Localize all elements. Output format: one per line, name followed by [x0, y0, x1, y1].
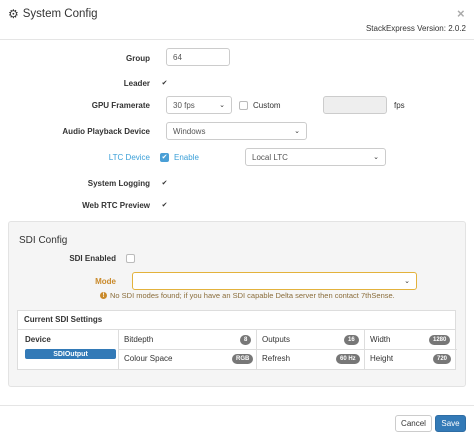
cancel-button[interactable]: Cancel: [395, 415, 432, 432]
modal-title-text: System Config: [22, 8, 98, 20]
mode-select[interactable]: ⌄: [132, 272, 417, 290]
custom-fps-input: [323, 96, 387, 114]
audio-playback-value: Windows: [173, 126, 206, 136]
audio-playback-select[interactable]: Windows ⌄: [166, 122, 307, 140]
system-logging-label: System Logging: [87, 179, 150, 188]
sdi-warning-text: No SDI modes found; if you have an SDI c…: [110, 291, 395, 300]
fps-unit-label: fps: [394, 101, 405, 110]
device-header: Device: [25, 335, 51, 344]
width-badge: 1280: [429, 335, 451, 345]
ltc-enable-checkbox[interactable]: ✔: [160, 153, 169, 162]
group-label: Group: [126, 54, 150, 63]
ltc-device-value: Local LTC: [252, 152, 288, 162]
sdi-warning: ! No SDI modes found; if you have an SDI…: [100, 291, 395, 300]
outputs-badge: 16: [344, 335, 359, 345]
chevron-down-icon: ⌄: [404, 278, 410, 285]
refresh-label: Refresh: [262, 354, 291, 363]
system-logging-checkbox[interactable]: ✔: [160, 179, 169, 188]
gpu-framerate-value: 30 fps: [173, 100, 195, 110]
leader-checkbox[interactable]: ✔: [160, 79, 169, 88]
colour-space-label: Colour Space: [124, 354, 173, 363]
mode-label: Mode: [95, 277, 116, 286]
close-icon[interactable]: ×: [457, 6, 465, 21]
web-rtc-preview-checkbox[interactable]: ✔: [160, 201, 169, 210]
outputs-label: Outputs: [262, 335, 291, 344]
group-input[interactable]: 64: [166, 48, 230, 66]
version-text: StackExpress Version: 2.0.2: [365, 24, 466, 33]
divider: [256, 330, 257, 370]
leader-label: Leader: [123, 79, 150, 88]
divider: [364, 330, 365, 370]
colour-space-badge: RGB: [232, 354, 254, 364]
ltc-device-select[interactable]: Local LTC ⌄: [245, 148, 386, 166]
modal-title: ⚙ System Config: [8, 8, 98, 20]
chevron-down-icon: ⌄: [373, 154, 379, 161]
save-button[interactable]: Save: [435, 415, 466, 432]
chevron-down-icon: ⌄: [219, 102, 225, 109]
sdi-config-title: SDI Config: [19, 235, 68, 246]
height-badge: 720: [433, 354, 452, 364]
web-rtc-preview-label: Web RTC Preview: [82, 201, 150, 210]
bitdepth-label: Bitdepth: [124, 335, 154, 344]
divider: [118, 330, 119, 370]
bitdepth-badge: 8: [240, 335, 252, 345]
custom-checkbox[interactable]: [239, 101, 248, 110]
width-label: Width: [370, 335, 391, 344]
sdi-enabled-label: SDI Enabled: [69, 254, 116, 263]
custom-label: Custom: [253, 101, 281, 110]
device-sdioutput-button[interactable]: SDIOutput: [25, 349, 116, 359]
audio-playback-label: Audio Playback Device: [62, 127, 150, 136]
ltc-device-label: LTC Device: [108, 153, 150, 162]
modal-header: ⚙ System Config × StackExpress Version: …: [0, 0, 474, 40]
gpu-framerate-label: GPU Framerate: [91, 101, 150, 110]
ltc-enable-label: Enable: [174, 153, 199, 162]
refresh-badge: 60 Hz: [336, 354, 360, 364]
divider: [118, 349, 457, 350]
current-sdi-settings: Current SDI Settings Device SDIOutput Bi…: [17, 310, 457, 370]
chevron-down-icon: ⌄: [294, 128, 300, 135]
modal-footer-divider: [0, 405, 474, 406]
sdi-enabled-checkbox[interactable]: [126, 254, 135, 263]
exclamation-icon: !: [100, 292, 107, 299]
height-label: Height: [370, 354, 394, 363]
gear-icon: ⚙: [8, 7, 19, 21]
gpu-framerate-select[interactable]: 30 fps ⌄: [166, 96, 232, 114]
settings-title: Current SDI Settings: [18, 311, 455, 330]
